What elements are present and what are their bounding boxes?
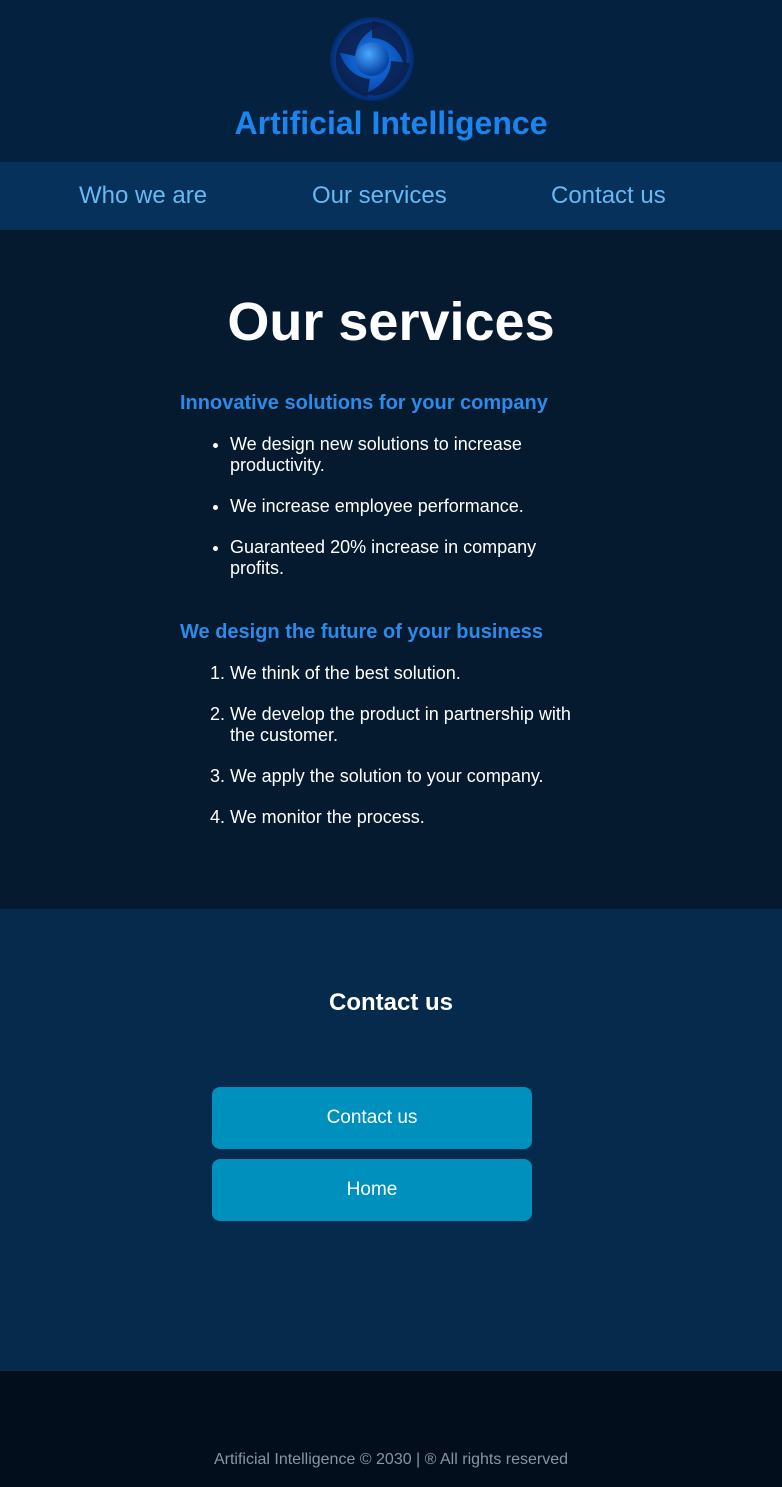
contact-us-button[interactable]: Contact us [212,1087,532,1149]
list-item: We apply the solution to your company. [230,766,575,787]
process-numbered-list: We think of the best solution. We develo… [230,663,575,848]
list-item: We monitor the process. [230,807,575,828]
site-header: Artificial Intelligence [0,0,782,162]
list-item: We design new solutions to increase prod… [230,434,575,476]
list-item: We think of the best solution. [230,663,575,684]
main-nav: Who we are Our services Contact us [0,162,782,230]
nav-link-our-services[interactable]: Our services [312,162,447,230]
site-footer: Artificial Intelligence © 2030 | ® All r… [0,1371,782,1487]
site-title: Artificial Intelligence [234,105,548,141]
list-item: We develop the product in partnership wi… [230,704,575,746]
services-section: Our services Innovative solutions for yo… [0,230,782,909]
list-item: Guaranteed 20% increase in company profi… [230,537,575,579]
page-title: Our services [227,292,555,352]
copyright-text: Artificial Intelligence © 2030 | ® All r… [213,1451,569,1468]
list-item: We increase employee performance. [230,496,575,517]
home-button[interactable]: Home [212,1159,532,1221]
section-heading-innovative-solutions: Innovative solutions for your company [180,392,548,414]
solutions-bullet-list: We design new solutions to increase prod… [230,434,575,599]
swirl-orb-logo-icon [330,17,414,101]
contact-heading: Contact us [328,989,453,1016]
nav-link-who-we-are[interactable]: Who we are [79,162,207,230]
nav-link-contact-us[interactable]: Contact us [551,162,666,230]
section-heading-future-business: We design the future of your business [180,621,544,643]
contact-section: Contact us Contact us Home [0,909,782,1371]
